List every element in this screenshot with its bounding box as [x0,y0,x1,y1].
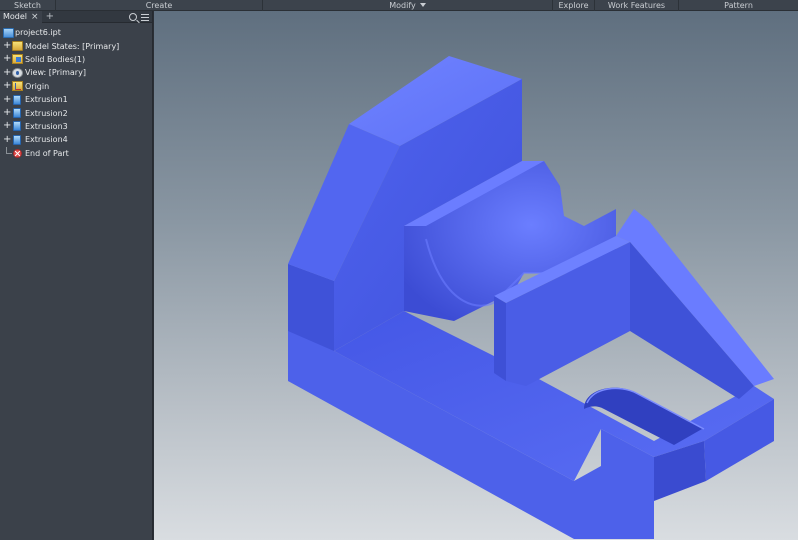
tree-connector [6,146,12,154]
tree-item-label: Solid Bodies(1) [25,54,86,64]
search-icon[interactable] [129,13,137,21]
extrusion-icon [13,94,21,105]
tab-work-features-label: Work Features [607,1,666,10]
solid-bodies-icon [12,54,23,65]
tree-item-model-states[interactable]: + Model States: [Primary] [0,39,152,52]
expand-icon[interactable]: + [3,54,11,64]
tab-modify[interactable]: Modify [263,0,553,11]
tree-item-solid-bodies[interactable]: + Solid Bodies(1) [0,53,152,66]
tree-item-extrusion2[interactable]: + Extrusion2 [0,106,152,119]
front-block-side [494,296,506,381]
chevron-down-icon [419,3,426,7]
tree-item-origin[interactable]: + Origin [0,80,152,93]
extrusion-icon [13,121,21,132]
tab-pattern[interactable]: Pattern [679,0,798,11]
tree-root-label: project6.ipt [15,28,61,38]
expand-icon[interactable]: + [3,108,11,118]
tree-item-label: End of Part [25,148,69,158]
view-icon [12,67,23,78]
model-tree: project6.ipt + Model States: [Primary] +… [0,23,152,160]
tab-explore[interactable]: Explore [553,0,595,11]
tab-modify-label: Modify [389,1,416,10]
tab-create-label: Create [145,1,173,10]
expand-icon[interactable]: + [3,67,11,78]
add-tab-icon[interactable]: + [46,11,54,23]
expand-icon[interactable]: + [3,94,11,105]
expand-icon[interactable]: + [3,134,11,145]
tree-item-label: View: [Primary] [25,68,86,78]
tree-item-view[interactable]: + View: [Primary] [0,66,152,79]
right-rib-face [630,242,754,399]
close-icon[interactable]: × [31,12,39,22]
part-icon [3,27,14,38]
browser-header: Model × + [0,10,152,23]
graphics-viewport[interactable] [154,11,798,540]
tree-item-end-of-part[interactable]: End of Part [0,146,152,160]
tab-create[interactable]: Create [56,0,263,11]
tree-item-label: Origin [25,81,50,91]
folder-icon [12,41,23,52]
part-model[interactable] [154,11,798,540]
expand-icon[interactable]: + [3,81,11,91]
tree-item-label: Extrusion4 [25,135,68,145]
tree-item-extrusion1[interactable]: + Extrusion1 [0,93,152,106]
ribbon-tab-bar: Sketch Create Modify Explore Work Featur… [0,0,798,11]
tab-work-features[interactable]: Work Features [595,0,679,11]
tree-item-label: Extrusion1 [25,95,68,105]
tree-item-label: Extrusion3 [25,121,68,131]
menu-icon[interactable] [141,13,149,21]
browser-tab-label: Model [3,12,28,21]
tab-explore-label: Explore [558,1,589,10]
tree-item-extrusion3[interactable]: + Extrusion3 [0,120,152,133]
extrusion-icon [13,134,21,145]
expand-icon[interactable]: + [3,41,11,51]
tree-root[interactable]: project6.ipt [0,26,152,39]
tab-sketch[interactable]: Sketch [0,0,56,11]
browser-tab-model[interactable]: Model × [0,10,42,23]
tree-item-extrusion4[interactable]: + Extrusion4 [0,133,152,146]
expand-icon[interactable]: + [3,121,11,131]
origin-icon [12,81,23,92]
end-of-part-icon [13,148,22,158]
model-browser: Model × + project6.ipt + Model States: [… [0,10,153,540]
tree-item-label: Extrusion2 [25,108,68,118]
tree-item-label: Model States: [Primary] [25,41,120,51]
extrusion-icon [13,108,21,119]
tab-pattern-label: Pattern [724,1,753,10]
tab-sketch-label: Sketch [14,1,41,10]
